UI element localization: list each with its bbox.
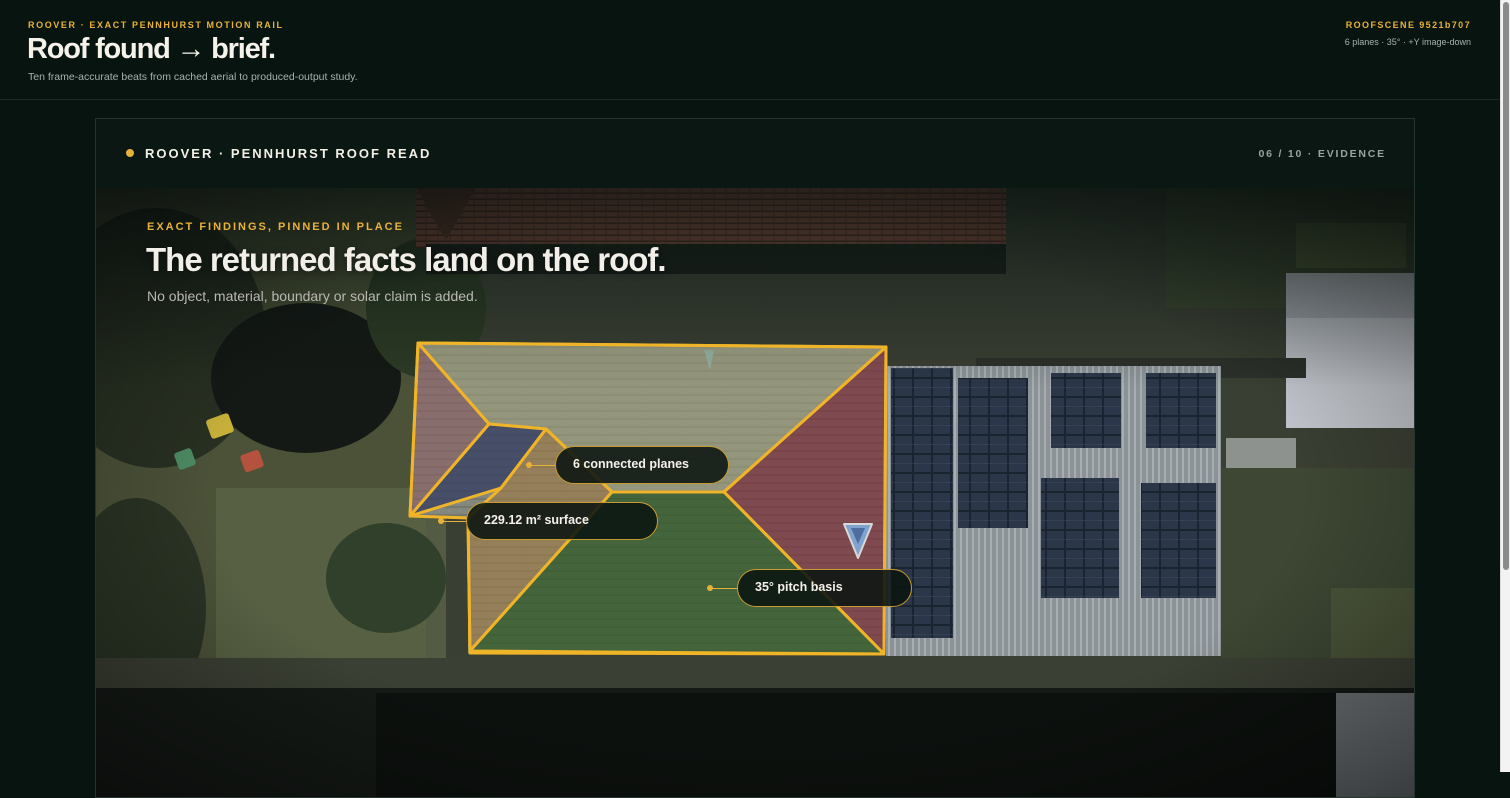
callout-surface: 229.12 m² surface <box>466 502 658 540</box>
page-title: Roof found → brief. <box>27 33 276 65</box>
leader-pitch <box>711 588 738 589</box>
overlay-eyebrow: EXACT FINDINGS, PINNED IN PLACE <box>147 221 404 233</box>
card-title: ROOVER · PENNHURST ROOF READ <box>145 146 432 161</box>
callout-planes: 6 connected planes <box>555 446 729 484</box>
step-indicator: 06 / 10 · EVIDENCE <box>1258 148 1386 160</box>
overlay-title: The returned facts land on the roof. <box>146 241 667 278</box>
scene-meta: 6 planes · 35° · +Y image-down <box>1344 37 1471 47</box>
aerial-scene: EXACT FINDINGS, PINNED IN PLACE The retu… <box>96 188 1414 797</box>
callout-pitch: 35° pitch basis <box>737 569 912 607</box>
aerial-image <box>96 188 1414 797</box>
header-eyebrow: ROOVER · EXACT PENNHURST MOTION RAIL <box>28 20 284 30</box>
scrollbar-thumb[interactable] <box>1503 2 1509 570</box>
roof-read-card: ROOVER · PENNHURST ROOF READ 06 / 10 · E… <box>95 118 1415 798</box>
leader-surface <box>442 521 468 522</box>
overlay-subtitle: No object, material, boundary or solar c… <box>147 288 478 304</box>
card-header: ROOVER · PENNHURST ROOF READ 06 / 10 · E… <box>96 119 1414 188</box>
scrollbar[interactable] <box>1500 0 1510 772</box>
page-subtitle: Ten frame-accurate beats from cached aer… <box>28 71 358 83</box>
scene-id: ROOFSCENE 9521b707 <box>1345 20 1471 30</box>
status-dot <box>126 149 134 157</box>
page-header: ROOVER · EXACT PENNHURST MOTION RAIL Roo… <box>0 0 1500 100</box>
leader-planes <box>530 465 556 466</box>
